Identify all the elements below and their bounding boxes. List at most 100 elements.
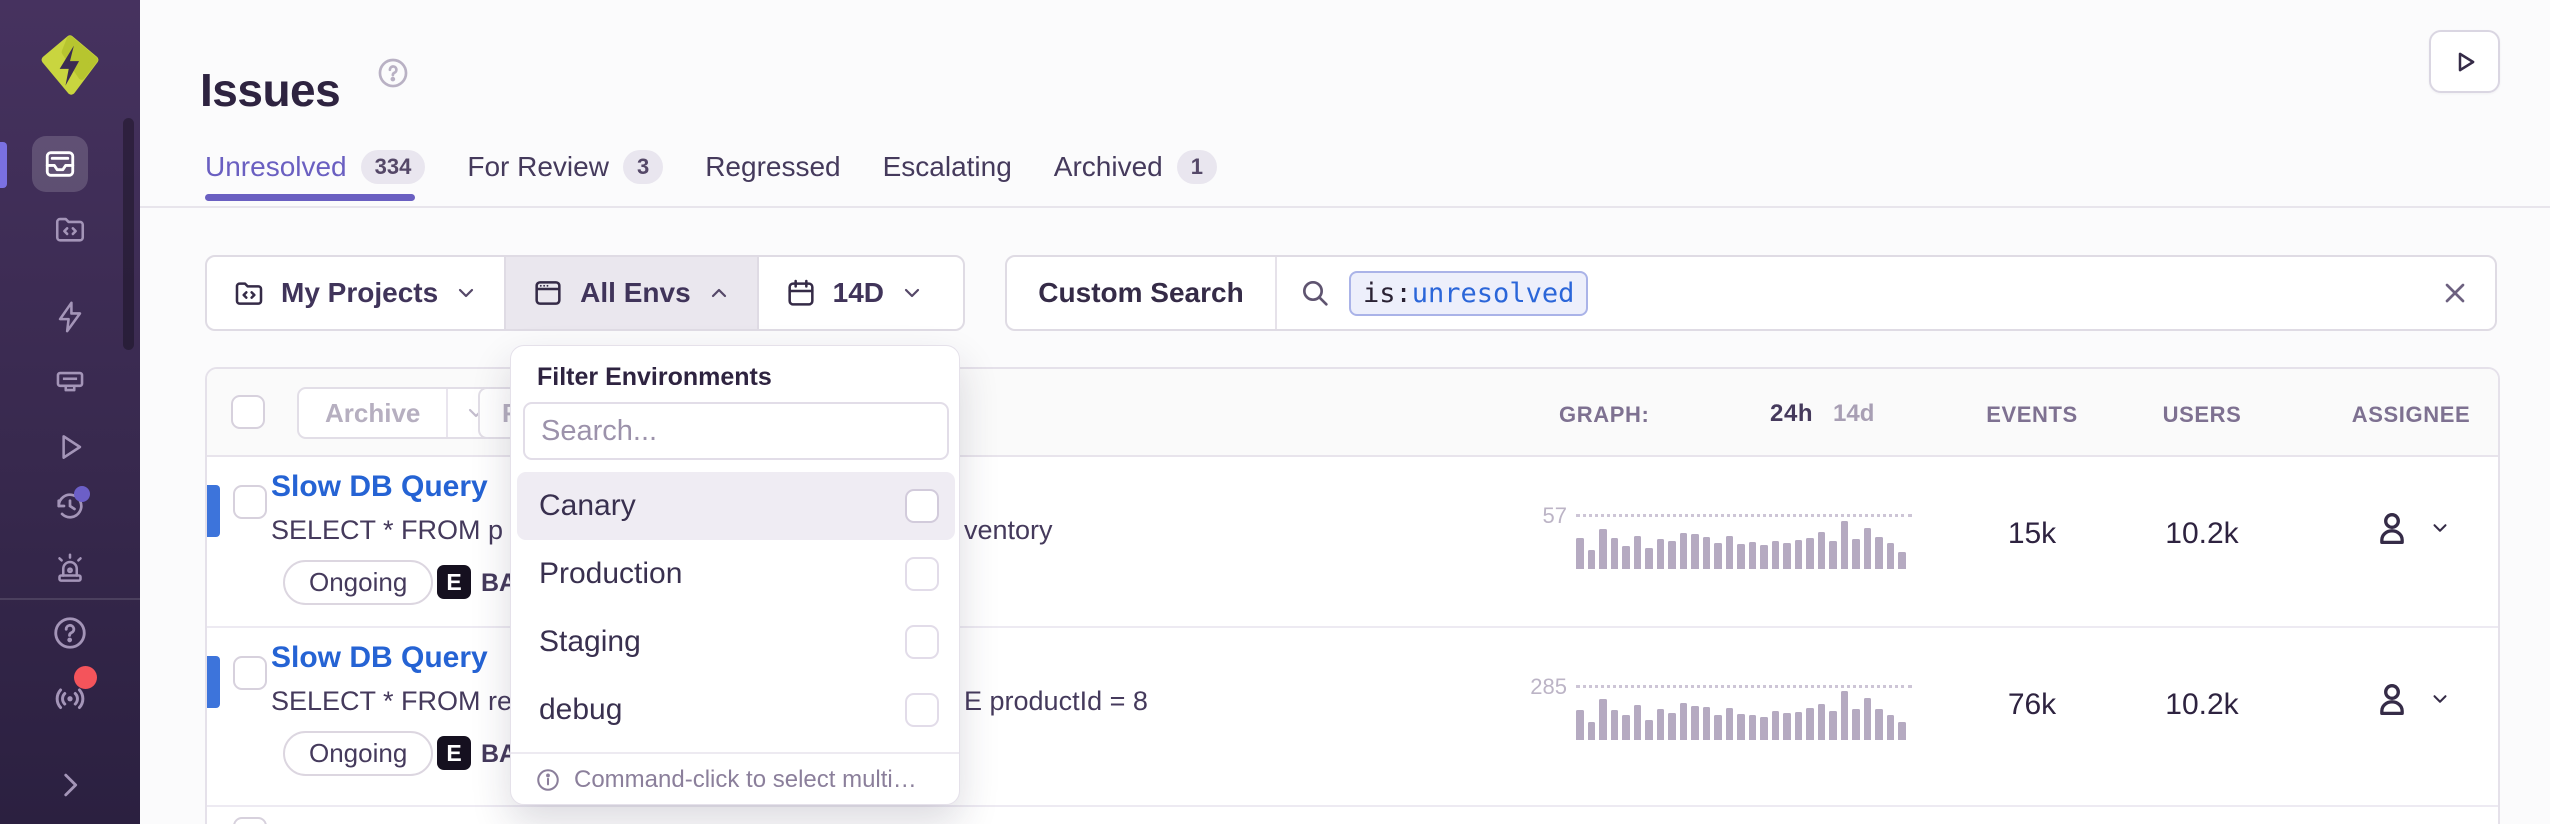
sidebar-expand-button[interactable] [0,768,140,802]
tab-label: For Review [467,151,609,183]
sidebar [0,0,140,824]
assignee-dropdown[interactable] [2371,678,2451,720]
logo-icon [39,34,101,96]
project-platform-icon: E [437,565,471,599]
issue-level-indicator [207,656,220,708]
assignee-person-icon [2371,678,2413,720]
sidebar-item-alerts[interactable] [0,300,140,334]
environment-filter-dropdown: Filter Environments Canary Production St… [510,345,960,805]
issue-search-bar: Custom Search is: unresolved [1005,255,2497,331]
window-icon [532,277,564,309]
title-help-icon[interactable] [376,56,410,90]
tab-label: Archived [1054,151,1163,183]
projects-folder-icon [53,212,87,246]
history-notification-dot [74,486,90,502]
project-platform-icon: E [437,736,471,770]
lightning-icon [53,300,87,334]
events-count: 76k [1952,688,2112,722]
tab-escalating[interactable]: Escalating [883,151,1012,183]
env-option-staging[interactable]: Staging [517,608,955,676]
sparkline-peak-label: 285 [1491,674,1567,700]
users-count: 10.2k [2132,688,2272,722]
custom-search-button[interactable]: Custom Search [1007,257,1277,329]
header-divider [140,206,2550,208]
calendar-icon [785,277,817,309]
archive-split-button[interactable]: Archive [297,387,506,439]
status-badge[interactable]: Ongoing [283,731,433,776]
search-icon [1299,277,1331,309]
chevron-down-icon [2429,688,2451,710]
sidebar-item-projects[interactable] [0,212,140,246]
app-logo[interactable] [0,34,140,96]
graph-period-24h[interactable]: 24h [1770,400,1813,428]
events-count: 15k [1952,517,2112,551]
token-value: unresolved [1412,278,1575,309]
row-checkbox[interactable] [233,656,267,690]
issues-page: Issues Unresolved 334 For Review 3 Regre… [0,0,2550,824]
issues-inbox-icon [43,147,77,181]
env-option-checkbox[interactable] [905,693,939,727]
env-option-label: debug [539,693,622,727]
active-nav-indicator [0,142,7,188]
environments-filter-label: All Envs [580,277,690,309]
page-title: Issues [200,63,340,117]
status-badge[interactable]: Ongoing [283,560,433,605]
row-checkbox[interactable] [233,485,267,519]
env-option-production[interactable]: Production [517,540,955,608]
sidebar-item-issues[interactable] [32,136,88,192]
sparkline-peak-label: 57 [1491,503,1567,529]
tab-label: Unresolved [205,151,347,183]
env-option-canary[interactable]: Canary [517,472,955,540]
chevron-down-icon [2429,517,2451,539]
env-option-checkbox[interactable] [905,557,939,591]
sidebar-item-help[interactable] [0,614,140,652]
tab-count-badge: 1 [1177,150,1217,184]
assignee-dropdown[interactable] [2371,507,2451,549]
env-option-checkbox[interactable] [905,625,939,659]
dropdown-footer-hint: Command-click to select multi… [511,752,959,806]
sidebar-item-replays[interactable] [0,430,140,464]
issue-title-link[interactable]: Slow DB Query [271,641,488,675]
sidebar-item-monitors[interactable] [0,366,140,400]
env-option-label: Canary [539,489,636,523]
environment-search-input[interactable] [523,402,949,460]
tab-regressed[interactable]: Regressed [705,151,840,183]
env-option-checkbox[interactable] [905,489,939,523]
env-option-label: Production [539,557,682,591]
chevron-down-icon [900,281,924,305]
sidebar-item-history[interactable] [0,488,140,524]
clear-search-icon[interactable] [2439,277,2471,309]
replay-tour-button[interactable] [2429,30,2500,93]
help-circle-icon [51,614,89,652]
environments-filter-button[interactable]: All Envs [504,257,758,329]
tab-unresolved[interactable]: Unresolved 334 [205,150,425,184]
search-token-is-unresolved[interactable]: is: unresolved [1349,271,1588,316]
projects-filter-button[interactable]: My Projects [207,257,504,329]
select-all-checkbox[interactable] [231,395,265,429]
info-icon [535,767,561,793]
date-range-filter-button[interactable]: 14D [759,257,950,329]
sidebar-item-siren[interactable] [0,550,140,586]
graph-period-14d[interactable]: 14d [1833,400,1874,428]
env-option-debug[interactable]: debug [517,676,955,744]
date-range-label: 14D [833,277,884,309]
assignee-person-icon [2371,507,2413,549]
tab-archived[interactable]: Archived 1 [1054,150,1217,184]
issue-culprit-continued: E productId = 8 [964,686,1148,717]
folder-code-icon [233,277,265,309]
sidebar-item-broadcast[interactable] [0,676,140,718]
search-input[interactable]: is: unresolved [1277,257,2495,329]
sidebar-divider [0,598,140,600]
issue-title-link[interactable]: Slow DB Query [271,470,488,504]
tab-count-badge: 334 [361,150,426,184]
chevron-up-icon [707,281,731,305]
monitor-icon [53,366,87,400]
tab-label: Regressed [705,151,840,183]
column-graph: GRAPH: [1559,402,1649,428]
broadcast-notification-dot [74,666,97,689]
issue-row-partial [207,807,2498,824]
tab-for-review[interactable]: For Review 3 [467,150,663,184]
play-icon [2450,47,2480,77]
row-checkbox[interactable] [233,817,267,824]
active-tab-underline [205,194,415,201]
